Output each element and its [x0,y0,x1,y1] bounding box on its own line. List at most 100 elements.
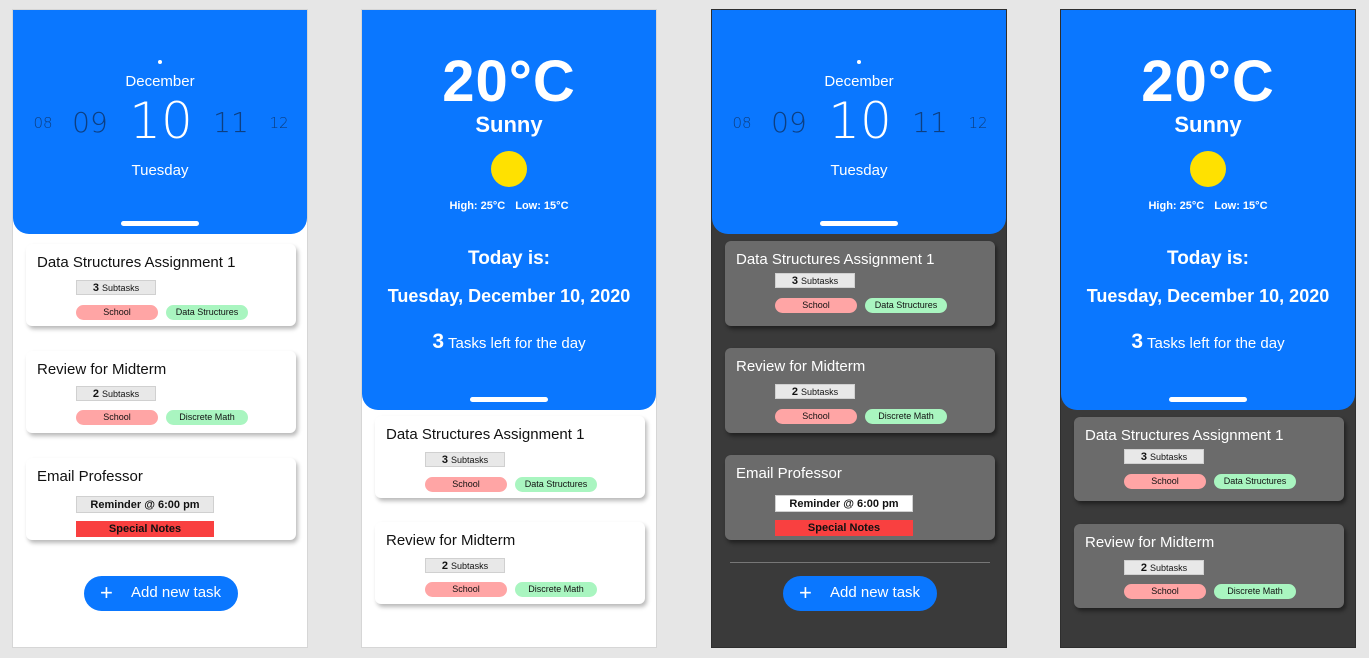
subtask-count: 3 [441,454,449,466]
subtask-count: 2 [791,386,799,398]
weekday-label: Tuesday [131,162,189,179]
subtasks-badge[interactable]: 3 Subtasks [1124,449,1204,464]
high-temp: High: 25°C [449,200,506,212]
add-task-label: Add new task [131,584,222,601]
subtask-label: Subtasks [451,561,489,571]
task-title: Email Professor [736,465,842,482]
tag-school[interactable]: School [425,477,507,492]
month-label: December [125,73,195,90]
low-temp: Low: 15°C [1214,200,1268,212]
today-label: Today is: [1167,248,1249,269]
day-option[interactable]: 08 [31,114,55,132]
day-option[interactable]: 09 [770,106,808,139]
tasks-left: 3 Tasks left for the day [1061,330,1355,354]
selected-day[interactable]: 10 [822,92,898,150]
subtasks-badge[interactable]: 2 Subtasks [425,558,505,573]
task-card[interactable]: Review for Midterm 2 Subtasks School Disc… [1074,524,1344,608]
day-option[interactable]: 12 [966,114,990,132]
temperature: 20°C [1141,49,1275,114]
add-task-button[interactable]: + Add new task [84,576,238,611]
task-card[interactable]: Review for Midterm 2 Subtasks School Disc… [26,351,296,433]
task-card[interactable]: Email Professor Reminder @ 6:00 pm Speci… [725,455,995,540]
subtask-count: 2 [441,560,449,572]
full-date: Tuesday, December 10, 2020 [1086,286,1330,306]
tag-school[interactable]: School [1124,474,1206,489]
high-low: High: 25°C Low: 15°C [362,200,656,212]
tag-course[interactable]: Data Structures [166,305,248,320]
selected-day[interactable]: 10 [123,92,199,150]
high-temp: High: 25°C [1148,200,1205,212]
weather-condition: Sunny [475,112,543,137]
add-task-button[interactable]: + Add new task [783,576,937,611]
drag-handle[interactable] [820,221,898,226]
phone-light-datepicker: December 08 09 10 11 12 Tuesday Data Str… [12,9,308,648]
weather-header: 20°C Sunny High: 25°C Low: 15°C Today is:… [1061,10,1355,410]
reminder-badge[interactable]: Reminder @ 6:00 pm [775,495,913,512]
day-option[interactable]: 11 [211,106,251,139]
special-notes-badge[interactable]: Special Notes [76,521,214,537]
subtask-label: Subtasks [451,455,489,465]
full-date: Tuesday, December 10, 2020 [387,286,631,306]
plus-icon: + [100,580,113,605]
tag-course[interactable]: Discrete Math [515,582,597,597]
subtask-label: Subtasks [801,387,839,397]
tag-course[interactable]: Data Structures [1214,474,1296,489]
task-title: Data Structures Assignment 1 [736,251,935,268]
tasks-left: 3 Tasks left for the day [362,330,656,354]
subtasks-badge[interactable]: 3 Subtasks [425,452,505,467]
tag-course[interactable]: Discrete Math [1214,584,1296,599]
tag-school[interactable]: School [775,298,857,313]
drag-handle[interactable] [1169,397,1247,402]
subtask-label: Subtasks [1150,563,1188,573]
date-picker-header[interactable]: December 08 09 10 11 12 Tuesday [13,10,307,234]
date-picker-header[interactable]: December 08 09 10 11 12 Tuesday [712,10,1006,234]
tag-school[interactable]: School [76,410,158,425]
task-title: Email Professor [37,468,143,485]
task-card[interactable]: Data Structures Assignment 1 3 Subtasks S… [725,241,995,326]
subtask-label: Subtasks [801,276,839,286]
sun-icon [491,151,527,187]
subtask-count: 3 [1140,451,1148,463]
phone-light-weather: 20°C Sunny High: 25°C Low: 15°C Today is:… [361,9,657,648]
plus-icon: + [799,580,812,605]
subtasks-badge[interactable]: 2 Subtasks [76,386,156,401]
sun-icon [1190,151,1226,187]
tag-school[interactable]: School [775,409,857,424]
drag-handle[interactable] [121,221,199,226]
tag-school[interactable]: School [425,582,507,597]
tag-course[interactable]: Discrete Math [865,409,947,424]
drag-handle[interactable] [470,397,548,402]
day-option[interactable]: 12 [267,114,291,132]
day-option[interactable]: 11 [910,106,950,139]
task-card[interactable]: Data Structures Assignment 1 3 Subtasks S… [26,244,296,326]
current-day-indicator [857,60,861,64]
divider [730,562,990,563]
subtasks-badge[interactable]: 3 Subtasks [775,273,855,288]
phone-dark-weather: 20°C Sunny High: 25°C Low: 15°C Today is:… [1060,9,1356,648]
subtask-label: Subtasks [102,283,140,293]
tag-course[interactable]: Data Structures [515,477,597,492]
day-option[interactable]: 09 [71,106,109,139]
day-option[interactable]: 08 [730,114,754,132]
subtasks-badge[interactable]: 2 Subtasks [775,384,855,399]
task-card[interactable]: Data Structures Assignment 1 3 Subtasks S… [1074,417,1344,501]
task-card[interactable]: Review for Midterm 2 Subtasks School Disc… [725,348,995,433]
subtask-count: 2 [1140,562,1148,574]
subtask-count: 3 [92,282,100,294]
weather-header: 20°C Sunny High: 25°C Low: 15°C Today is:… [362,10,656,410]
tag-course[interactable]: Discrete Math [166,410,248,425]
subtasks-badge[interactable]: 2 Subtasks [1124,560,1204,575]
low-temp: Low: 15°C [515,200,569,212]
task-card[interactable]: Email Professor Reminder @ 6:00 pm Speci… [26,458,296,540]
task-card[interactable]: Review for Midterm 2 Subtasks School Disc… [375,522,645,604]
task-card[interactable]: Data Structures Assignment 1 3 Subtasks S… [375,416,645,498]
tag-school[interactable]: School [76,305,158,320]
task-title: Review for Midterm [37,361,167,378]
special-notes-badge[interactable]: Special Notes [775,520,913,536]
tag-school[interactable]: School [1124,584,1206,599]
subtasks-badge[interactable]: 3 Subtasks [76,280,156,295]
subtask-count: 2 [92,388,100,400]
tag-course[interactable]: Data Structures [865,298,947,313]
reminder-badge[interactable]: Reminder @ 6:00 pm [76,496,214,513]
weekday-label: Tuesday [830,162,888,179]
